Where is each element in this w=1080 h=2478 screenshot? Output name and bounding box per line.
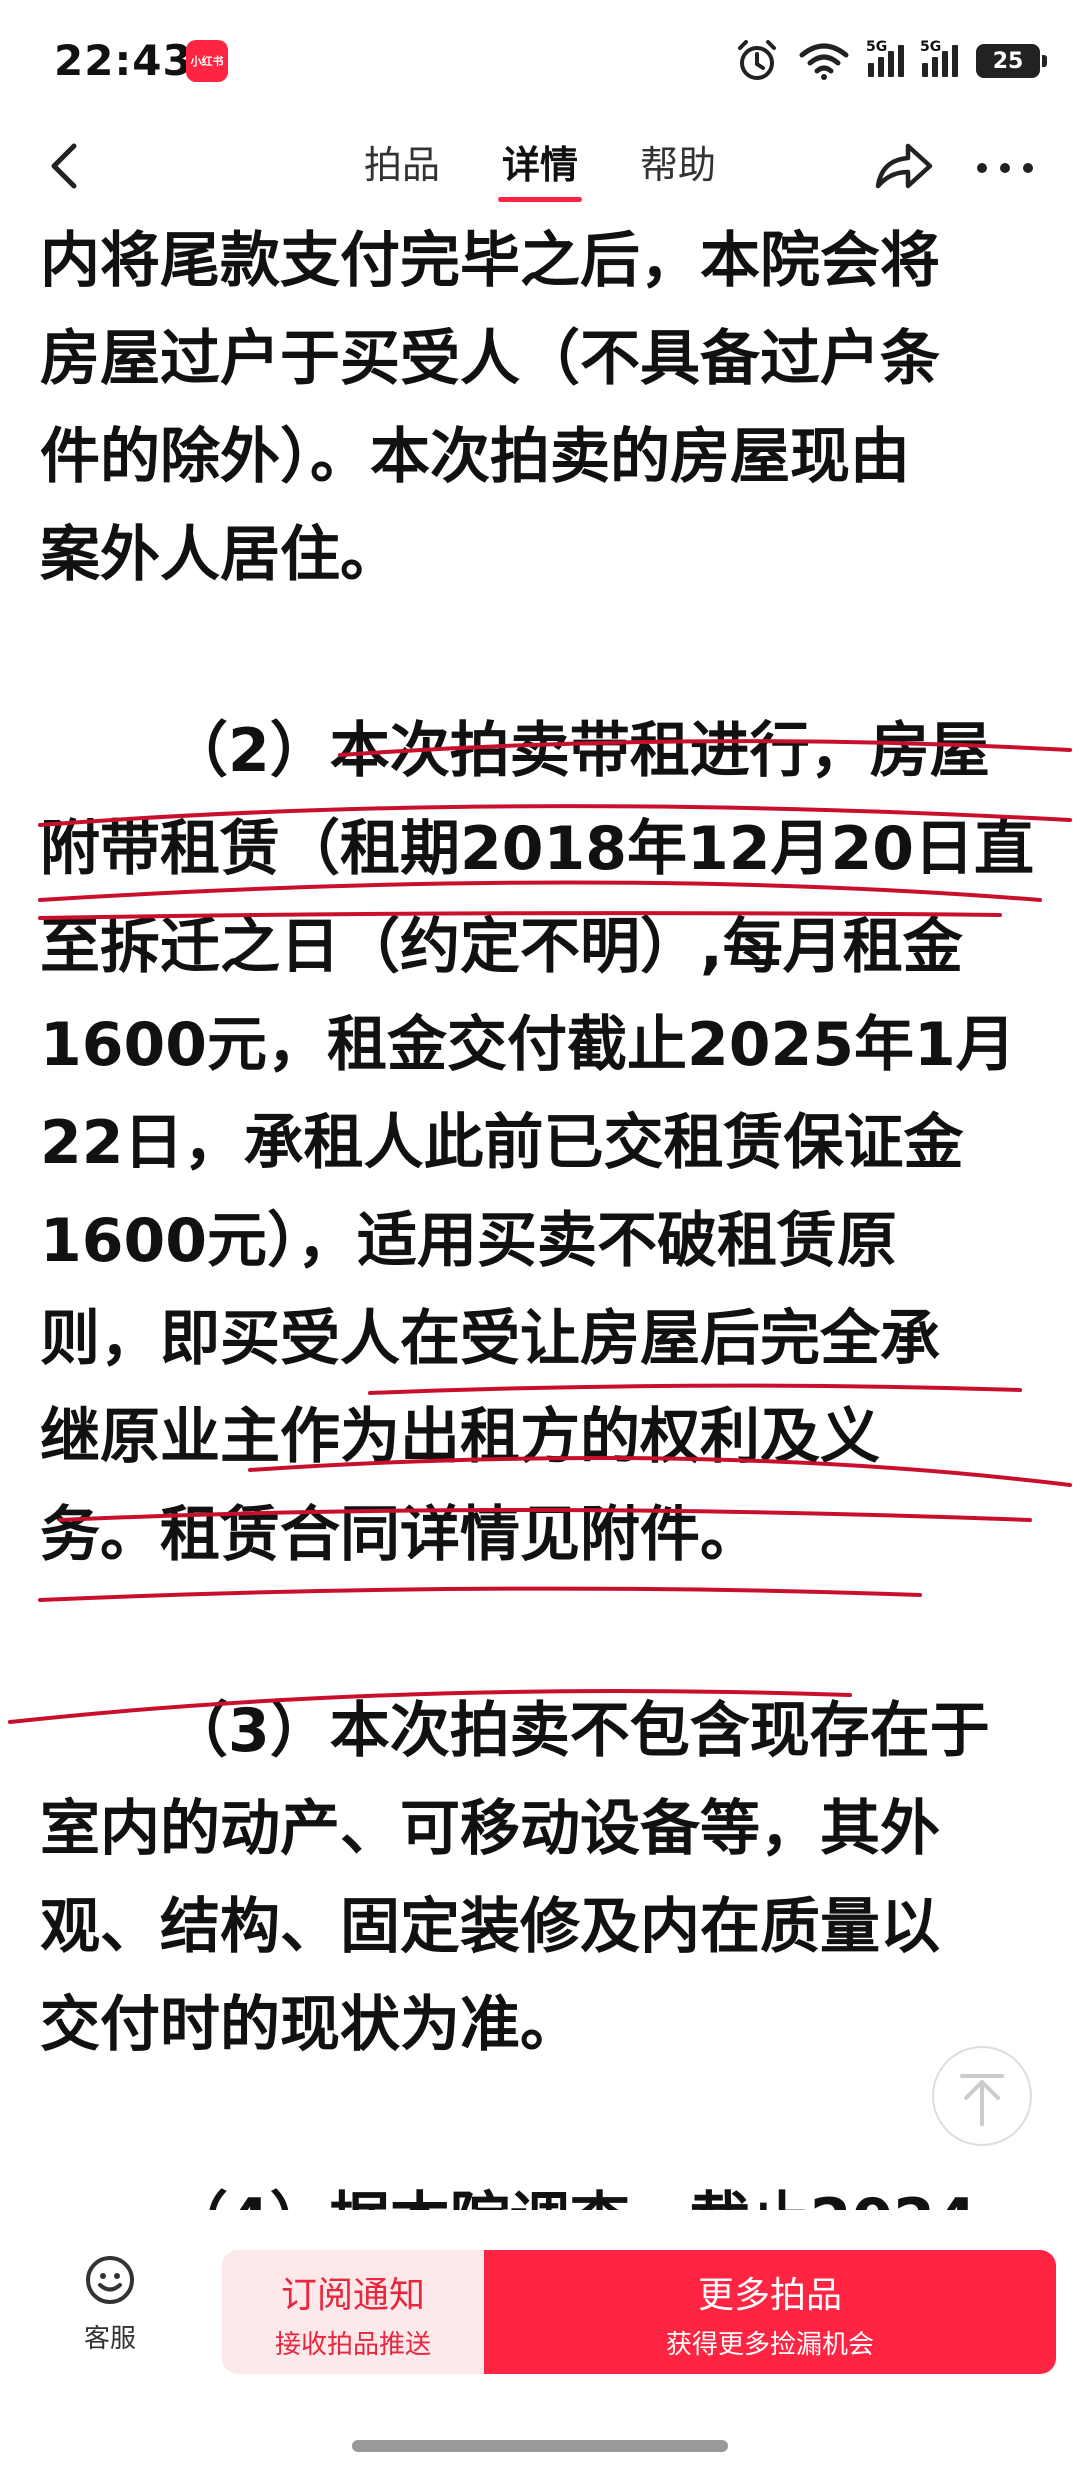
text-line: 房屋过户于买受人（不具备过户条 [40, 324, 940, 394]
tab-lot[interactable]: 拍品 [360, 120, 444, 210]
more-lots-subtitle: 获得更多捡漏机会 [665, 2330, 874, 2360]
text-line: 22日，承租人此前已交租赁保证金 [40, 1108, 964, 1178]
bottom-action-bar: 客服 订阅通知 接收拍品推送 更多拍品 获得更多捡漏机会 [0, 2210, 1080, 2478]
detail-content: 内将尾款支付完毕之后，本院会将 房屋过户于买受人（不具备过户条 件的除外）。本次拍卖… [0, 210, 1080, 2210]
subscribe-button[interactable]: 订阅通知 接收拍品推送 [222, 2250, 484, 2374]
text-line: 务。租赁合同详情见附件。 [40, 1500, 760, 1570]
text-line: （4）据本院调查，截止2024 [168, 2172, 977, 2210]
status-bar: 22:43 小红书 5G 5G 25 [0, 0, 1080, 120]
top-nav: 拍品 详情 帮助 [0, 120, 1080, 210]
customer-service-label: 客服 [83, 2324, 136, 2354]
text-line: 观、结构、固定装修及内在质量以 [40, 1892, 940, 1962]
subscribe-subtitle: 接收拍品推送 [274, 2330, 431, 2360]
app-notification-icon: 小红书 [186, 40, 228, 82]
text-line: （2）本次拍卖带租进行，房屋 [168, 716, 990, 786]
home-indicator[interactable] [352, 2440, 728, 2452]
text-line: （3）本次拍卖不包含现存在于 [168, 1696, 990, 1766]
text-line: 继原业主作为出租方的权利及义 [40, 1402, 880, 1472]
text-line: 案外人居住。 [40, 520, 400, 590]
more-icon[interactable] [970, 134, 1040, 200]
more-lots-title: 更多拍品 [697, 2275, 842, 2316]
subscribe-title: 订阅通知 [280, 2275, 425, 2316]
text-line: 内将尾款支付完毕之后，本院会将 [40, 226, 940, 296]
text-line: 室内的动产、可移动设备等，其外 [40, 1794, 940, 1864]
customer-service-button[interactable]: 客服 [60, 2240, 160, 2360]
clock: 22:43 [54, 36, 193, 85]
text-line: 交付时的现状为准。 [40, 1990, 580, 2060]
scroll-to-top-icon[interactable] [932, 2046, 1032, 2146]
text-line: 至拆迁之日（约定不明）,每月租金 [40, 912, 963, 982]
signal-icon: 5G [866, 39, 904, 77]
text-line: 1600元），适用买卖不破租赁原 [40, 1206, 897, 1276]
more-lots-button[interactable]: 更多拍品 获得更多捡漏机会 [484, 2250, 1056, 2374]
chat-face-icon [86, 2256, 134, 2304]
share-icon[interactable] [870, 134, 936, 200]
tab-help[interactable]: 帮助 [636, 120, 720, 210]
wifi-icon [799, 43, 849, 80]
signal-icon-2: 5G [920, 39, 958, 77]
text-line: 件的除外）。本次拍卖的房屋现由 [40, 422, 910, 492]
tab-detail[interactable]: 详情 [497, 120, 583, 210]
status-icons: 5G 5G 25 [734, 36, 1047, 86]
alarm-icon [738, 40, 776, 80]
text-line: 则，即买受人在受让房屋后完全承 [40, 1304, 940, 1374]
text-line: 1600元，租金交付截止2025年1月 [40, 1010, 1016, 1080]
text-line: 附带租赁（租期2018年12月20日直 [40, 814, 1034, 884]
battery-icon: 25 [976, 44, 1047, 78]
